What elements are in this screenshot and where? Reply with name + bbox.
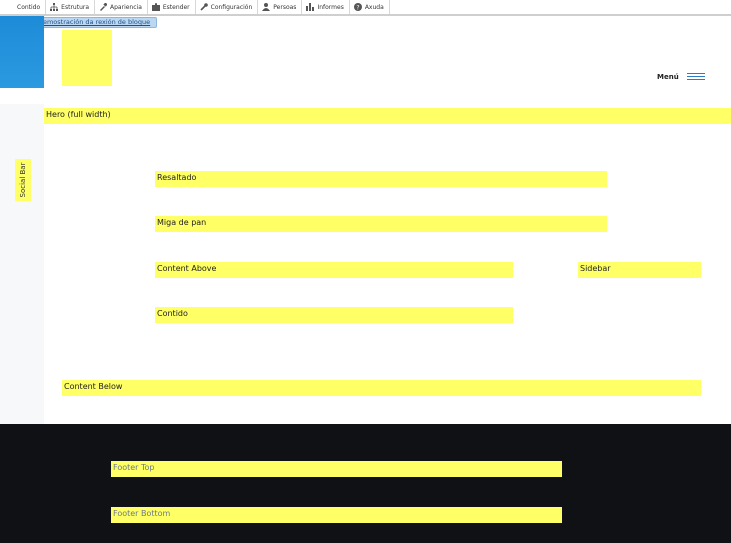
bar-chart-icon [306,3,315,11]
toolbar-item-estender[interactable]: Estender [148,0,196,14]
toolbar-item-axuda[interactable]: ? Axuda [350,0,390,14]
person-icon [262,3,271,11]
logo-placeholder[interactable] [62,30,112,86]
hamburger-icon [686,73,705,81]
social-sidebar-column [0,104,44,424]
toolbar-item-apariencia[interactable]: Apariencia [95,0,148,14]
toolbar-item-informes[interactable]: Informes [302,0,350,14]
header-blue-block [0,16,44,88]
toolbar-item-estrutura[interactable]: Estrutura [46,0,96,14]
region-highlighted: Resaltado [155,171,607,187]
region-sidebar: Sidebar [578,262,701,278]
help-icon: ? [353,3,362,11]
brush-icon [100,3,108,11]
svg-text:?: ? [356,4,359,11]
admin-toolbar: Contido Estrutura Apariencia Estender Co… [0,0,731,16]
region-footer-top: Footer Top [111,461,562,477]
toolbar-item-persoas[interactable]: Persoas [258,0,303,14]
menu-label: Menú [657,73,679,81]
region-hero: Hero (full width) [44,108,731,124]
wrench-icon [200,3,208,11]
region-breadcrumb: Miga de pan [155,216,607,232]
footer: Footer Top Footer Bottom [0,424,731,543]
region-content-above: Content Above [155,262,513,278]
region-content-below: Content Below [62,380,701,396]
region-content: Contido [155,307,513,323]
sitemap-icon [50,3,59,11]
region-social-bar: Social Bar [15,159,31,201]
toolbar-item-contido[interactable]: Contido [0,0,47,14]
toolbar-item-configuracion[interactable]: Configuración [196,0,259,14]
main-menu-toggle[interactable]: Menú [657,73,705,81]
region-footer-bottom: Footer Bottom [111,507,562,523]
puzzle-icon [151,3,160,11]
